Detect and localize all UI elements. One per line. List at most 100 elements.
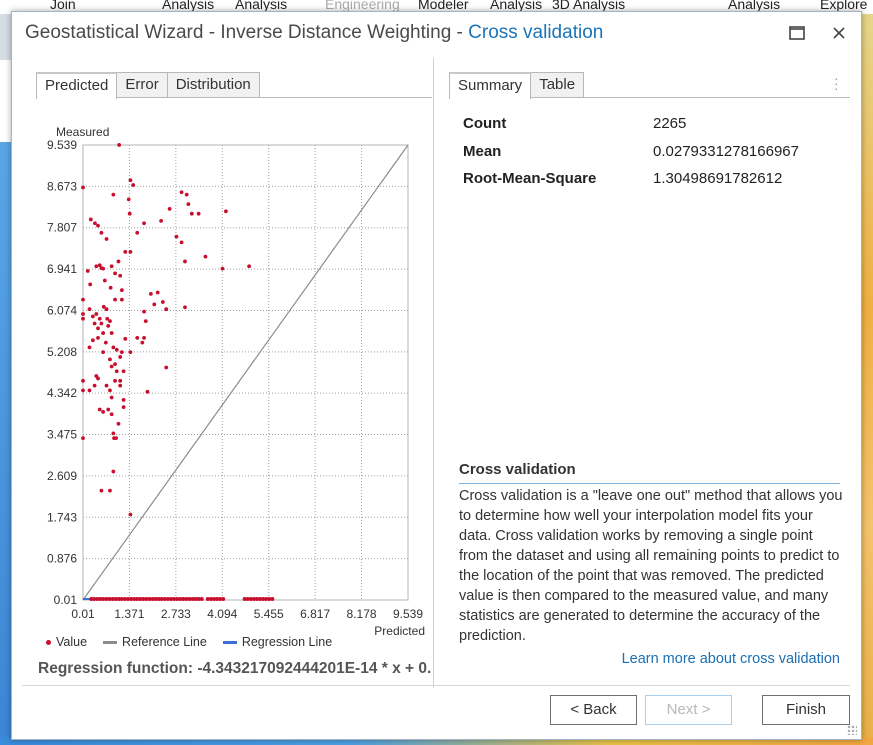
- data-point: [81, 436, 85, 441]
- x-tick-label: 6.817: [300, 607, 330, 621]
- reference-line-icon: [103, 640, 118, 644]
- data-point: [92, 321, 97, 326]
- scatter-plot: 9.539 8.673 7.807 6.941 6.074 5.208 4.342 3.475…: [47, 125, 425, 638]
- y-tick-label: 1.743: [47, 510, 77, 524]
- data-point: [104, 383, 109, 388]
- data-point: [117, 143, 122, 147]
- mean-label: Mean: [463, 143, 502, 160]
- data-point: [116, 259, 121, 264]
- data-point: [145, 389, 150, 394]
- data-point: [81, 388, 85, 393]
- data-point: [103, 340, 108, 345]
- data-point: [142, 221, 146, 226]
- y-tick-label: 6.941: [47, 262, 77, 276]
- data-point: [114, 369, 119, 374]
- data-point: [108, 319, 112, 324]
- x-axis-label: Predicted: [374, 624, 425, 637]
- x-tick-label: 8.178: [347, 607, 377, 621]
- data-point: [140, 340, 145, 345]
- data-point: [126, 197, 131, 202]
- geostatistical-wizard-dialog: Geostatistical Wizard - Inverse Distance…: [11, 11, 862, 740]
- legend-value: Value: [46, 635, 87, 649]
- data-point: [109, 331, 114, 335]
- data-point: [184, 192, 189, 197]
- data-point: [111, 469, 116, 474]
- data-point: [97, 407, 102, 412]
- data-point: [199, 597, 204, 601]
- data-point: [135, 335, 140, 340]
- help-divider: [459, 483, 840, 484]
- maximize-icon: [789, 26, 805, 40]
- data-point: [106, 324, 111, 328]
- tab-summary[interactable]: Summary: [449, 72, 532, 99]
- data-point: [85, 269, 90, 273]
- data-point: [92, 383, 97, 388]
- close-icon: [833, 27, 845, 39]
- data-point: [186, 202, 191, 207]
- data-point: [108, 488, 112, 493]
- count-value: 2265: [653, 115, 687, 132]
- data-point: [88, 217, 93, 222]
- legend-regression-label: Regression Line: [241, 635, 333, 649]
- data-point: [81, 378, 85, 383]
- tab-distribution[interactable]: Distribution: [166, 72, 260, 97]
- data-point: [113, 362, 117, 367]
- data-point: [119, 288, 124, 293]
- data-point: [128, 512, 133, 517]
- tab-table[interactable]: Table: [530, 72, 585, 97]
- data-point: [118, 355, 123, 359]
- resize-grip-icon[interactable]: [847, 725, 857, 735]
- data-point: [113, 378, 117, 383]
- help-title: Cross validation: [459, 461, 576, 478]
- value-marker-icon: [46, 639, 51, 645]
- data-point: [108, 388, 112, 393]
- data-point: [221, 597, 226, 601]
- data-point: [164, 365, 169, 370]
- mean-value: 0.0279331278166967: [653, 143, 799, 160]
- panel-splitter[interactable]: [433, 58, 434, 688]
- chart-tabs: Predicted Error Distribution: [36, 72, 260, 99]
- finish-button[interactable]: Finish: [762, 695, 850, 725]
- data-point: [94, 264, 99, 269]
- data-point: [121, 369, 126, 374]
- x-tick-label: 2.733: [161, 607, 191, 621]
- x-tick-label: 9.539: [393, 607, 423, 621]
- data-point: [87, 307, 92, 312]
- data-point: [131, 183, 136, 187]
- data-point: [93, 221, 97, 226]
- data-point: [87, 345, 92, 350]
- help-text: Cross validation is a "leave one out" me…: [459, 488, 843, 644]
- data-point: [94, 312, 99, 316]
- data-point: [203, 254, 208, 259]
- back-button[interactable]: < Back: [550, 695, 637, 725]
- data-point: [155, 290, 160, 295]
- result-tabs: Summary Table: [449, 72, 585, 99]
- rms-label: Root-Mean-Square: [463, 170, 597, 187]
- tab-error[interactable]: Error: [116, 72, 168, 97]
- y-tick-label: 0.01: [54, 593, 78, 607]
- y-tick-label: 2.609: [47, 469, 77, 483]
- data-point: [148, 292, 153, 296]
- learn-more-link[interactable]: Learn more about cross validation: [622, 651, 840, 667]
- data-point: [111, 345, 116, 350]
- more-options-icon[interactable]: · · ·: [834, 71, 839, 95]
- next-button[interactable]: Next >: [645, 695, 732, 725]
- tab-predicted[interactable]: Predicted: [36, 72, 118, 99]
- y-tick-label: 4.342: [47, 386, 77, 400]
- close-button[interactable]: [824, 18, 854, 48]
- rms-value: 1.30498691782612: [653, 170, 783, 187]
- maximize-button[interactable]: [782, 18, 812, 48]
- data-point: [179, 190, 184, 195]
- data-point: [101, 409, 106, 414]
- data-point: [113, 297, 117, 302]
- data-point: [90, 338, 95, 343]
- predicted-chart: 9.539 8.673 7.807 6.941 6.074 5.208 4.342 3.475…: [36, 107, 433, 687]
- data-point: [111, 431, 116, 436]
- x-tick-label: 5.455: [254, 607, 284, 621]
- data-point: [119, 297, 124, 302]
- data-point: [99, 488, 104, 493]
- y-tick-label: 6.074: [47, 303, 77, 317]
- y-tick-label: 7.807: [47, 221, 77, 235]
- data-point: [196, 211, 201, 216]
- count-label: Count: [463, 115, 507, 132]
